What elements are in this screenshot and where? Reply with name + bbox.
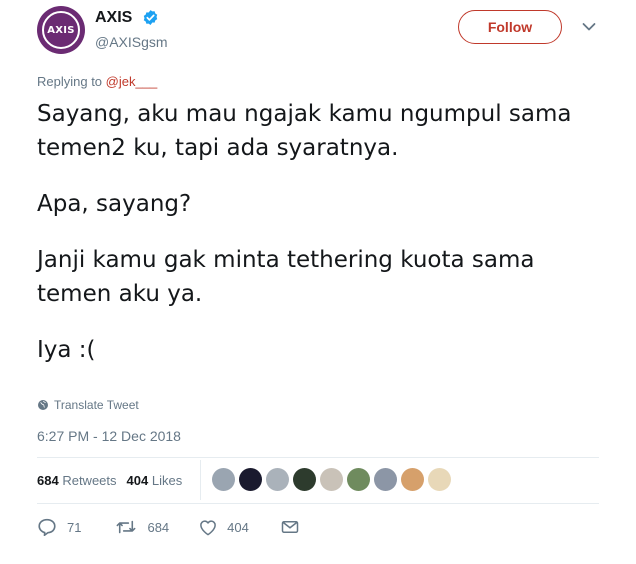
heart-icon <box>200 519 217 535</box>
liker-avatar[interactable] <box>212 468 235 491</box>
liker-avatar[interactable] <box>239 468 262 491</box>
liker-avatar[interactable] <box>347 468 370 491</box>
direct-message-button[interactable] <box>281 520 299 534</box>
liker-avatar[interactable] <box>428 468 451 491</box>
liker-avatar[interactable] <box>401 468 424 491</box>
likes-stat[interactable]: 404 Likes <box>127 473 183 488</box>
avatar-logo-text: AXIS <box>42 11 80 49</box>
follow-button[interactable]: Follow <box>458 10 562 44</box>
translate-tweet-link[interactable]: Translate Tweet <box>37 398 139 412</box>
retweet-count: 684 <box>147 519 170 535</box>
tweet-text: Sayang, aku mau ngajak kamu ngumpul sama… <box>37 97 607 389</box>
retweets-stat[interactable]: 684 Retweets <box>37 473 117 488</box>
tweet-paragraph: Janji kamu gak minta tethering kuota sam… <box>37 247 535 307</box>
replying-to-label: Replying to <box>37 74 103 89</box>
liker-avatar[interactable] <box>266 468 289 491</box>
tweet-timestamp[interactable]: 6:27 PM - 12 Dec 2018 <box>37 428 181 444</box>
chevron-down-icon[interactable] <box>582 22 596 32</box>
tweet-actions: 71 684 404 <box>37 518 299 536</box>
tweet-paragraph: Iya :( <box>37 337 96 363</box>
liker-avatar[interactable] <box>293 468 316 491</box>
retweet-button[interactable]: 684 <box>115 519 169 535</box>
stats-divider <box>200 460 201 500</box>
reply-mention-link[interactable]: @jek___ <box>106 74 158 89</box>
replying-to-line: Replying to @jek___ <box>37 74 157 89</box>
verified-badge-icon <box>143 10 158 25</box>
globe-icon <box>38 400 48 410</box>
likes-label: Likes <box>151 473 183 488</box>
tweet-paragraph: Apa, sayang? <box>37 191 192 217</box>
author-name[interactable]: AXIS <box>95 9 132 27</box>
envelope-icon <box>281 521 299 533</box>
liker-avatars <box>212 468 451 491</box>
divider <box>37 503 599 504</box>
reply-icon <box>38 518 56 536</box>
divider <box>37 457 599 458</box>
reply-button[interactable]: 71 <box>37 518 81 536</box>
like-count: 404 <box>227 519 249 535</box>
like-button[interactable]: 404 <box>199 519 249 536</box>
retweet-icon <box>117 520 136 534</box>
liker-avatar[interactable] <box>374 468 397 491</box>
retweets-label: Retweets <box>62 473 117 488</box>
author-handle[interactable]: @AXISgsm <box>95 34 168 50</box>
engagement-stats: 684 Retweets 404 Likes <box>37 473 182 488</box>
tweet-paragraph: Sayang, aku mau ngajak kamu ngumpul sama… <box>37 101 572 161</box>
likes-count: 404 <box>126 473 149 488</box>
translate-label: Translate Tweet <box>54 398 139 412</box>
author-avatar[interactable]: AXIS <box>37 6 85 54</box>
liker-avatar[interactable] <box>320 468 343 491</box>
reply-count: 71 <box>67 519 82 535</box>
retweets-count: 684 <box>37 473 59 488</box>
